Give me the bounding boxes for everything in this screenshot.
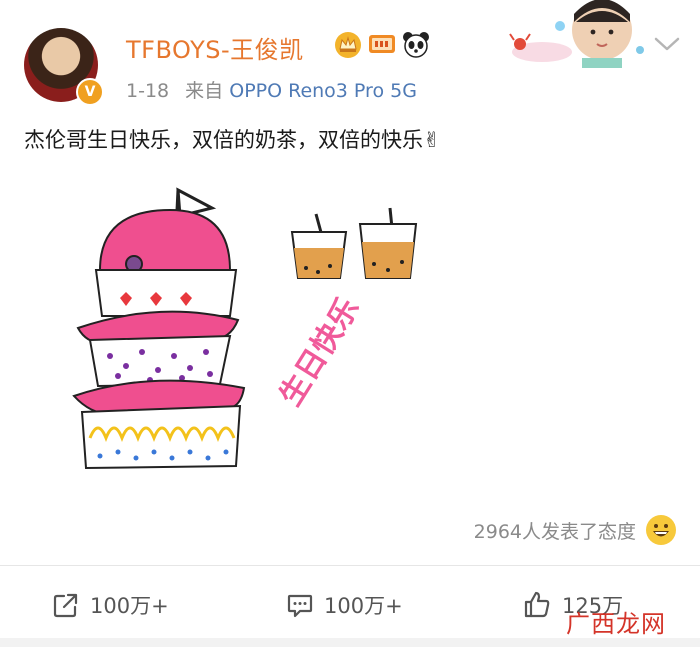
card-decoration: [509, 0, 644, 68]
post-text: 杰伦哥生日快乐，双倍的奶茶，双倍的快乐✌: [24, 128, 441, 152]
share-count: 100万+: [90, 594, 169, 618]
bottom-strip: [0, 638, 700, 647]
panda-icon[interactable]: [402, 30, 430, 58]
reaction-count: 2964人发表了态度: [473, 520, 636, 543]
source-prefix: 来自: [185, 80, 224, 102]
movie-icon[interactable]: [368, 33, 396, 55]
post-meta: 1-18 来自 OPPO Reno3 Pro 5G: [126, 76, 417, 103]
crown-icon[interactable]: [334, 31, 362, 59]
share-button[interactable]: 100万+: [52, 580, 169, 630]
reaction-summary[interactable]: 2964人发表了态度: [474, 514, 676, 546]
watermark: 广西龙网: [566, 610, 666, 638]
device-link[interactable]: OPPO Reno3 Pro 5G: [229, 80, 417, 102]
share-icon: [53, 593, 78, 618]
divider: [0, 565, 700, 566]
comment-count: 100万+: [324, 594, 403, 618]
weibo-post: V TFBOYS-王俊凯 1-18 来自 OPPO Reno3 Pro 5G 杰…: [0, 0, 700, 647]
thumbs-up-icon: [524, 591, 550, 618]
birthday-cake-illustration[interactable]: 生日快乐: [60, 180, 440, 480]
grinning-face-icon: [646, 515, 676, 545]
chevron-down-icon[interactable]: [654, 36, 680, 52]
comment-button[interactable]: 100万+: [286, 580, 403, 630]
post-time: 1-18: [126, 80, 170, 102]
verified-badge-icon: V: [76, 78, 104, 106]
comment-icon: [287, 594, 313, 618]
birthday-text: 生日快乐: [273, 292, 366, 412]
username[interactable]: TFBOYS-王俊凯: [126, 30, 304, 65]
